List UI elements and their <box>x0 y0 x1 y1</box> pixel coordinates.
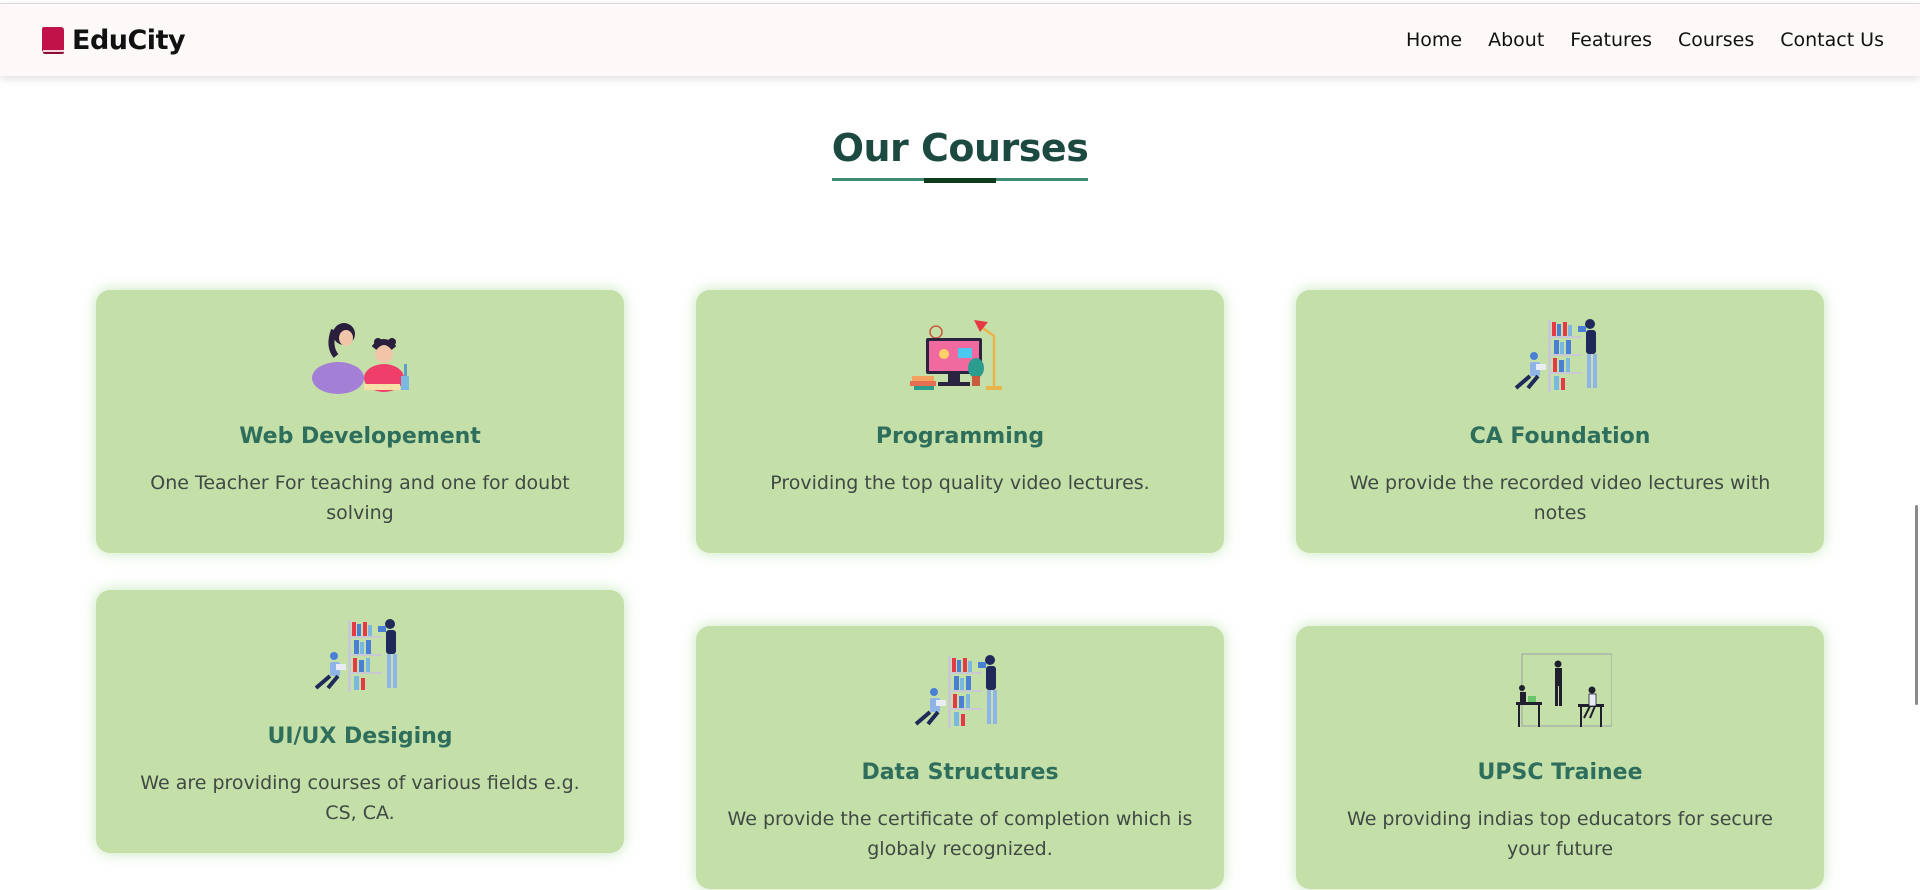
classroom-illustration <box>1516 653 1612 727</box>
nav-item-courses: Courses <box>1678 29 1754 51</box>
nav-link-courses[interactable]: Courses <box>1678 29 1754 51</box>
brand-logo[interactable]: EduCity <box>42 24 186 56</box>
teacher-student-illustration <box>312 323 409 394</box>
monitor-lamp-illustration <box>910 320 1002 390</box>
course-title: CA Foundation <box>1469 424 1651 449</box>
course-description: We provide the recorded video lectures w… <box>1349 472 1771 524</box>
course-card-web-development[interactable]: Web Developement One Teacher For teachin… <box>96 290 624 553</box>
nav-item-home: Home <box>1406 29 1462 51</box>
bookshelf-readers-illustration <box>1514 319 1597 392</box>
course-title: Data Structures <box>861 760 1059 785</box>
course-card-ui-ux[interactable]: UI/UX Desiging We are providing courses … <box>96 590 624 853</box>
section-title: Our Courses <box>831 126 1089 183</box>
course-description: We provide the certificate of completion… <box>727 808 1193 860</box>
book-icon <box>42 26 64 54</box>
course-description: Providing the top quality video lectures… <box>770 472 1150 494</box>
nav-link-contact[interactable]: Contact Us <box>1780 29 1884 51</box>
course-title: UPSC Trainee <box>1477 760 1643 785</box>
course-card-data-structures[interactable]: Data Structures We provide the certifica… <box>696 626 1224 889</box>
course-title: UI/UX Desiging <box>267 724 453 749</box>
title-underline-accent <box>924 178 996 183</box>
course-description: We providing indias top educators for se… <box>1347 808 1773 860</box>
nav-item-about: About <box>1488 29 1544 51</box>
section-title-text: Our Courses <box>831 126 1089 170</box>
nav-link-features[interactable]: Features <box>1570 29 1652 51</box>
brand-name: EduCity <box>72 24 186 56</box>
bookshelf-readers-illustration <box>914 655 997 728</box>
bookshelf-readers-illustration <box>314 619 397 692</box>
navbar: EduCity Home About Features Courses Cont… <box>0 3 1920 76</box>
nav-links: Home About Features Courses Contact Us <box>1406 29 1884 51</box>
course-card-programming[interactable]: Programming Providing the top quality vi… <box>696 290 1224 553</box>
nav-item-contact: Contact Us <box>1780 29 1884 51</box>
nav-item-features: Features <box>1570 29 1652 51</box>
page-scrollbar[interactable] <box>1912 0 1920 890</box>
nav-link-home[interactable]: Home <box>1406 29 1462 51</box>
nav-link-about[interactable]: About <box>1488 29 1544 51</box>
course-title: Web Developement <box>239 424 481 449</box>
course-description: One Teacher For teaching and one for dou… <box>150 472 570 524</box>
courses-section-header: Our Courses <box>0 126 1920 183</box>
scrollbar-thumb[interactable] <box>1915 505 1918 705</box>
course-title: Programming <box>875 424 1045 449</box>
course-description: We are providing courses of various fiel… <box>140 772 580 824</box>
course-card-upsc-trainee[interactable]: UPSC Trainee We providing indias top edu… <box>1296 626 1824 889</box>
course-card-ca-foundation[interactable]: CA Foundation We provide the recorded vi… <box>1296 290 1824 553</box>
